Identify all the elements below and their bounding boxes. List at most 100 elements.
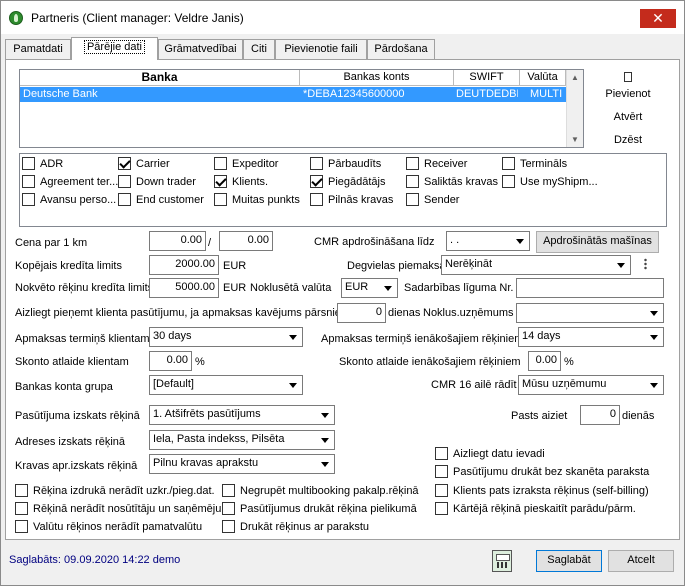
add-bank-button[interactable]: Pievienot <box>589 88 667 100</box>
scroll-down-icon[interactable]: ▼ <box>571 135 579 144</box>
mail-out-field[interactable]: 0 <box>580 405 620 425</box>
deny-orders-days-field[interactable]: 0 <box>337 303 386 323</box>
flag-piegadatajs-checkbox[interactable]: Piegādātājs <box>310 175 386 188</box>
client-term-value: 30 days <box>153 330 192 342</box>
price-per-km-label: Cena par 1 km <box>15 237 88 249</box>
print-without-signature-checkbox[interactable]: Pasūtījumu drukāt bez skanēta paraksta <box>435 465 649 478</box>
incoming-discount-field[interactable]: 0.00 <box>528 351 561 371</box>
open-bank-button[interactable]: Atvērt <box>589 111 667 123</box>
checkbox-box <box>15 502 28 515</box>
order-display-label: Pasūtījuma izskats rēķinā <box>15 410 140 422</box>
price-per-km-field-2[interactable]: 0.00 <box>219 231 273 251</box>
column-header-account[interactable]: Bankas konts <box>300 70 454 86</box>
cell-account: *DEBA12345600000 <box>303 88 405 100</box>
chevron-down-icon[interactable] <box>381 280 396 296</box>
fuel-payment-select[interactable]: Nerēķināt <box>441 255 631 275</box>
saved-status: Saglabāts: 09.09.2020 14:22 demo <box>9 554 181 566</box>
self-billing-checkbox[interactable]: Klients pats izraksta rēķinus (self-bill… <box>435 484 649 497</box>
hide-base-currency-checkbox[interactable]: Valūtu rēķinos nerādīt pamatvalūtu <box>15 520 202 533</box>
hide-accrual-dates-checkbox[interactable]: Rēķina izdrukā nerādīt uzkr./pieg.dat. <box>15 484 215 497</box>
calculator-icon[interactable] <box>492 550 512 572</box>
flag-pilnas-kravas-checkbox[interactable]: Pilnās kravas <box>310 193 393 206</box>
chevron-down-icon[interactable] <box>513 233 528 249</box>
flag-label: Klients. <box>232 175 269 188</box>
order-display-select[interactable]: 1. Atšifrēts pasūtījums <box>149 405 335 425</box>
total-credit-field[interactable]: 2000.00 <box>149 255 219 275</box>
agreement-no-field[interactable] <box>516 278 664 298</box>
no-multibooking-group-checkbox[interactable]: Negrupēt multibooking pakalp.rēķinā <box>222 484 419 497</box>
tab-gramatvedibai[interactable]: Grāmatvedībai <box>158 39 243 59</box>
column-header-bank[interactable]: Banka <box>20 70 300 86</box>
bank-group-select[interactable]: [Default] <box>149 375 303 395</box>
hide-sender-receiver-checkbox[interactable]: Rēķinā nerādīt nosūtītāju un saņēmēju <box>15 502 221 515</box>
insured-vehicles-button[interactable]: Apdrošinātās mašīnas <box>536 231 659 253</box>
overdue-credit-field[interactable]: 5000.00 <box>149 278 219 298</box>
flag-muitas-punkts-checkbox[interactable]: Muitas punkts <box>214 193 300 206</box>
price-separator: / <box>208 237 212 249</box>
cancel-button[interactable]: Atcelt <box>608 550 674 572</box>
chevron-down-icon[interactable] <box>647 329 662 345</box>
flag-sender-checkbox[interactable]: Sender <box>406 193 459 206</box>
flag-saliktas-kravas-checkbox[interactable]: Saliktās kravas <box>406 175 498 188</box>
price-per-km-field-1[interactable]: 0.00 <box>149 231 206 251</box>
checkbox-box <box>22 175 35 188</box>
tab-pardosana[interactable]: Pārdošana <box>367 39 435 59</box>
vertical-scrollbar[interactable]: ▲ ▼ <box>566 70 583 147</box>
chevron-down-icon[interactable] <box>318 456 333 472</box>
more-options-icon[interactable] <box>644 258 647 270</box>
incoming-term-value: 14 days <box>522 330 561 342</box>
flag-agreement-checkbox[interactable]: Agreement ter... <box>22 175 118 188</box>
flag-terminals-checkbox[interactable]: Termināls <box>502 157 567 170</box>
delete-bank-button[interactable]: Dzēst <box>589 134 667 146</box>
bank-accounts-table[interactable]: Banka Bankas konts SWIFT Valūta Deutsche… <box>19 69 584 148</box>
client-discount-field[interactable]: 0.00 <box>149 351 192 371</box>
cmr-insurance-date-picker[interactable]: . . <box>446 231 530 251</box>
scroll-up-icon[interactable]: ▲ <box>571 73 579 82</box>
save-button[interactable]: Saglabāt <box>536 550 602 572</box>
chevron-down-icon[interactable] <box>614 257 629 273</box>
checkbox-box <box>435 484 448 497</box>
bank-group-value: [Default] <box>153 378 194 390</box>
cmr16-select[interactable]: Mūsu uzņēmumu <box>518 375 664 395</box>
flag-receiver-checkbox[interactable]: Receiver <box>406 157 467 170</box>
close-button[interactable]: ✕ <box>640 9 676 28</box>
flag-adr-checkbox[interactable]: ADR <box>22 157 63 170</box>
incoming-term-select[interactable]: 14 days <box>518 327 664 347</box>
table-row[interactable]: Deutsche Bank *DEBA12345600000 DEUTDEDBD… <box>20 87 566 102</box>
default-company-select[interactable] <box>516 303 664 323</box>
cargo-display-select[interactable]: Pilnu kravas aprakstu <box>149 454 335 474</box>
column-header-swift[interactable]: SWIFT <box>454 70 520 86</box>
tab-parejie-dati[interactable]: Pārējie dati <box>71 37 158 60</box>
tab-citi[interactable]: Citi <box>243 39 275 59</box>
default-currency-select[interactable]: EUR <box>341 278 398 298</box>
print-with-signature-checkbox[interactable]: Drukāt rēķinus ar parakstu <box>222 520 369 533</box>
flag-expeditor-checkbox[interactable]: Expeditor <box>214 157 278 170</box>
flag-klients-checkbox[interactable]: Klients. <box>214 175 268 188</box>
flag-carrier-checkbox[interactable]: Carrier <box>118 157 170 170</box>
flag-end-customer-checkbox[interactable]: End customer <box>118 193 204 206</box>
flag-parbaudits-checkbox[interactable]: Pārbaudīts <box>310 157 381 170</box>
chevron-down-icon[interactable] <box>647 305 662 321</box>
partner-flags-box: ADR Carrier Expeditor Pārbaudīts Receive… <box>19 153 667 227</box>
chevron-down-icon[interactable] <box>647 377 662 393</box>
tab-pamatdati[interactable]: Pamatdati <box>5 39 71 59</box>
cmr16-value: Mūsu uzņēmumu <box>522 378 607 390</box>
column-header-currency[interactable]: Valūta <box>520 70 566 86</box>
checkbox-box <box>118 193 131 206</box>
deny-data-entry-checkbox[interactable]: Aizliegt datu ievadi <box>435 447 545 460</box>
client-term-select[interactable]: 30 days <box>149 327 303 347</box>
chevron-down-icon[interactable] <box>318 432 333 448</box>
tab-pievienotie-faili[interactable]: Pievienotie faili <box>275 39 367 59</box>
add-debt-checkbox[interactable]: Kārtējā rēķinā pieskaitīt parādu/pārm. <box>435 502 636 515</box>
flag-avansu-checkbox[interactable]: Avansu perso... <box>22 193 116 206</box>
flag-use-myshipment-checkbox[interactable]: Use myShipm... <box>502 175 598 188</box>
checkbox-box <box>222 520 235 533</box>
chevron-down-icon[interactable] <box>286 329 301 345</box>
chevron-down-icon[interactable] <box>286 377 301 393</box>
address-display-select[interactable]: Iela, Pasta indekss, Pilsēta <box>149 430 335 450</box>
chevron-down-icon[interactable] <box>318 407 333 423</box>
flag-down-trader-checkbox[interactable]: Down trader <box>118 175 196 188</box>
option-label: Pasūtījumus drukāt rēķina pielikumā <box>240 502 417 515</box>
orders-as-attachment-checkbox[interactable]: Pasūtījumus drukāt rēķina pielikumā <box>222 502 417 515</box>
flag-label: Pārbaudīts <box>328 157 382 170</box>
